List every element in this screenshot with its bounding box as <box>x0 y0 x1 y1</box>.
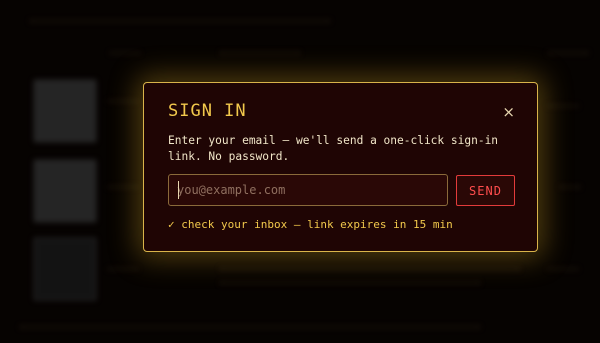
dialog-title: SIGN IN <box>168 101 247 121</box>
close-icon[interactable]: × <box>502 103 515 121</box>
text-cursor <box>178 181 179 199</box>
page: SIGN IN × Enter your email — we'll send … <box>0 0 600 343</box>
dialog-description: Enter your email — we'll send a one-clic… <box>168 134 499 163</box>
email-input[interactable] <box>168 174 448 206</box>
status-message: ✓ check your inbox — link expires in 15 … <box>168 218 453 231</box>
sign-in-dialog: SIGN IN × Enter your email — we'll send … <box>143 82 538 252</box>
send-button[interactable]: SEND <box>456 175 515 206</box>
